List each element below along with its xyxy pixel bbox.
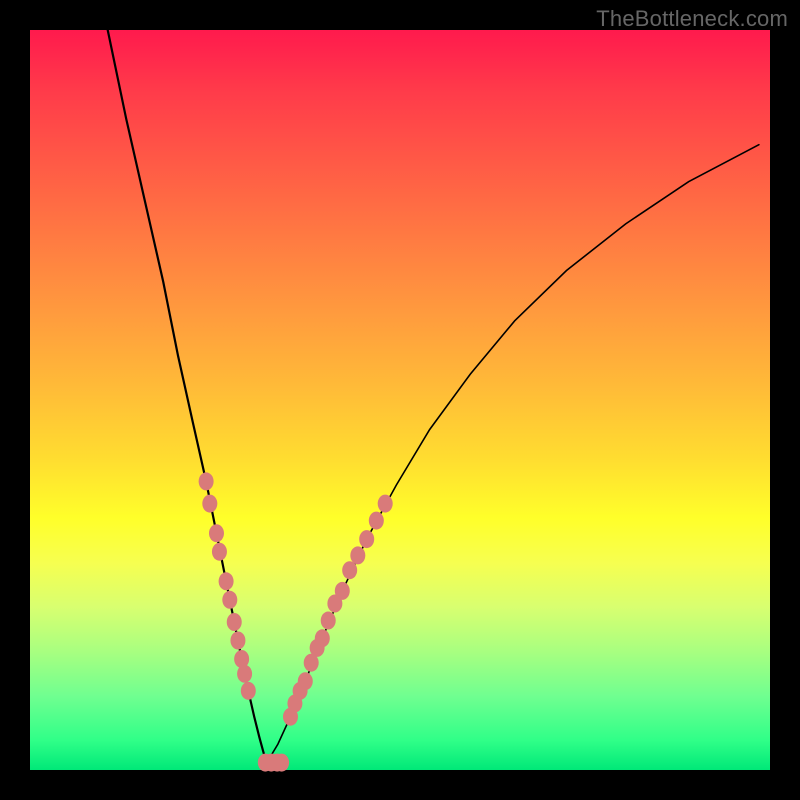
highlight-dot: [222, 591, 237, 609]
highlight-dot: [369, 512, 384, 530]
curves-svg: [30, 30, 770, 770]
curve-right-arm: [267, 145, 759, 763]
highlight-dot: [241, 682, 256, 700]
plot-area: [30, 30, 770, 770]
highlight-dot: [209, 524, 224, 542]
highlight-dot: [274, 754, 289, 772]
highlight-dot: [321, 612, 336, 630]
highlight-dot: [359, 530, 374, 548]
highlight-dot: [298, 672, 313, 690]
highlight-dot: [227, 613, 242, 631]
highlight-dot: [342, 561, 357, 579]
watermark-text: TheBottleneck.com: [596, 6, 788, 32]
highlight-dot: [230, 632, 245, 650]
dot-layer: [199, 472, 393, 771]
highlight-dot: [199, 472, 214, 490]
highlight-dot: [378, 495, 393, 513]
highlight-dot: [315, 629, 330, 647]
highlight-dot: [202, 495, 217, 513]
highlight-dot: [237, 665, 252, 683]
curve-layer: [108, 30, 759, 763]
highlight-dot: [350, 546, 365, 564]
highlight-dot: [335, 582, 350, 600]
highlight-dot: [219, 572, 234, 590]
chart-frame: TheBottleneck.com: [0, 0, 800, 800]
highlight-dot: [212, 543, 227, 561]
